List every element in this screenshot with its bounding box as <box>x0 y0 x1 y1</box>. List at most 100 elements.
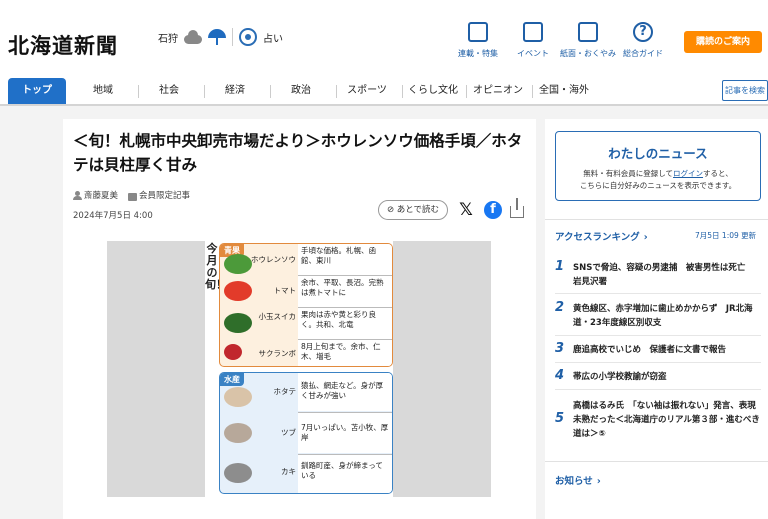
item-name: ホウレンソウ <box>251 255 296 264</box>
rank-headline: 黄色線区、赤字増加に歯止めかからず JR北海道・23年度線区別収支 <box>573 304 753 328</box>
cherry-icon <box>224 344 242 360</box>
divider <box>555 362 761 363</box>
chevron-right-icon: › <box>643 232 648 243</box>
article-meta: 斎藤夏美 会員限定記事 <box>73 189 190 201</box>
article-card: ＜旬！札幌市中央卸売市場だより＞ホウレンソウ価格手頃／ホタテは貝柱厚く甘み 斎藤… <box>63 119 536 519</box>
rank-headline: 鹿追高校でいじめ 保護者に文書で報告 <box>573 345 727 355</box>
chevron-right-icon: › <box>596 476 601 487</box>
subscribe-button[interactable]: 購読のご案内 <box>684 31 762 53</box>
ranking-item[interactable]: 3 鹿追高校でいじめ 保護者に文書で報告 <box>555 341 761 359</box>
weather-location: 石狩 <box>158 33 178 45</box>
tab-region[interactable]: 地域 <box>74 78 132 104</box>
tab-economy[interactable]: 経済 <box>206 78 264 104</box>
divider <box>336 85 337 98</box>
weather-widget[interactable]: 石狩 占い <box>158 28 283 46</box>
category-nav: トップ 地域 社会 経済 政治 スポーツ くらし文化 オピニオン 全国・海外 記… <box>0 78 768 106</box>
nav-events[interactable]: イベント <box>503 22 563 59</box>
nav-paper-label: 紙面・おくやみ <box>560 49 616 58</box>
rank-headline: 高橋はるみ氏 「ない袖は振れない」発言、表現未熟だった＜北海道庁のリアル第３部・… <box>573 401 760 439</box>
notice-header[interactable]: お知らせ › <box>555 473 601 487</box>
nav-guide[interactable]: ? 総合ガイド <box>613 22 673 59</box>
divider <box>204 85 205 98</box>
my-news-text: こちらに自分好みのニュースを表示できます。 <box>579 181 737 190</box>
tab-top[interactable]: トップ <box>8 78 66 104</box>
item-desc: 手頃な価格。札幌、函館、東川 <box>298 244 392 275</box>
ranking-item[interactable]: 4 帯広の小学校教諭が窃盗 <box>555 368 761 386</box>
tab-politics[interactable]: 政治 <box>272 78 330 104</box>
rank-number: 3 <box>555 341 565 356</box>
newspaper-icon <box>578 22 598 42</box>
seasonal-infographic: 今月の旬！ 青果 ホウレンソウ 手頃な価格。札幌、函館、東川 トマト 余市、平取… <box>205 241 393 497</box>
nav-paper[interactable]: 紙面・おくやみ <box>558 22 618 59</box>
nav-series-label: 連載・特集 <box>458 49 498 58</box>
seafood-row: カキ 釧路町産、身が締まっている <box>220 455 392 493</box>
article-title: ＜旬！札幌市中央卸売市場だより＞ホウレンソウ価格手頃／ホタテは貝柱厚く甘み <box>73 132 523 174</box>
tab-culture[interactable]: くらし文化 <box>404 78 462 104</box>
my-news-text: すると、 <box>703 169 733 178</box>
produce-row: サクランボ 8月上旬まで。余市、仁木、増毛 <box>220 340 392 366</box>
x-share-icon[interactable]: 𝕏 <box>457 201 475 219</box>
facebook-share-icon[interactable]: f <box>484 201 502 219</box>
tab-society[interactable]: 社会 <box>140 78 198 104</box>
tab-national[interactable]: 全国・海外 <box>534 78 594 104</box>
cloud-icon <box>184 30 202 44</box>
my-news-title: わたしのニュース <box>608 146 708 161</box>
rank-headline: SNSで脅迫、容疑の男逮捕 被害男性は死亡 岩見沢署 <box>573 263 754 287</box>
produce-row: トマト 余市、平取、長沼。完熟は煮トマトに <box>220 276 392 307</box>
ranking-item[interactable]: 5 高橋はるみ氏 「ない袖は振れない」発言、表現未熟だった＜北海道庁のリアル第３… <box>555 397 761 443</box>
members-label: 会員限定記事 <box>139 191 191 201</box>
share-icon[interactable] <box>510 198 524 218</box>
lock-icon <box>128 192 138 201</box>
tab-sports[interactable]: スポーツ <box>338 78 396 104</box>
ranking-title: アクセスランキング <box>555 232 640 243</box>
rank-number: 1 <box>555 259 565 274</box>
read-later-label: あとで読む <box>396 205 440 215</box>
person-icon <box>73 191 82 200</box>
divider <box>545 461 768 462</box>
divider <box>555 335 761 336</box>
my-news-box: わたしのニュース 無料・有料会員に登録してログインすると、 こちらに自分好みのニ… <box>555 131 761 201</box>
ranking-item[interactable]: 2 黄色線区、赤字増加に歯止めかからず JR北海道・23年度線区別収支 <box>555 300 761 330</box>
divider <box>545 219 768 220</box>
nav-events-label: イベント <box>517 49 549 58</box>
item-name: トマト <box>273 286 297 295</box>
my-news-desc: 無料・有料会員に登録してログインすると、 こちらに自分好みのニュースを表示できま… <box>556 168 760 192</box>
item-desc: 猿払、網走など。身が厚く甘みが強い <box>298 373 392 411</box>
nav-guide-label: 総合ガイド <box>623 49 663 58</box>
members-badge: 会員限定記事 <box>128 189 190 201</box>
author[interactable]: 斎藤夏美 <box>73 189 118 201</box>
login-link[interactable]: ログイン <box>673 169 703 178</box>
help-icon: ? <box>633 22 653 42</box>
clip-icon: ⊘ <box>386 205 397 215</box>
nav-series[interactable]: 連載・特集 <box>448 22 508 59</box>
search-button[interactable]: 記事を検索 <box>722 80 768 101</box>
flag-icon <box>468 22 488 42</box>
fortune-icon[interactable] <box>239 28 257 46</box>
item-name: カキ <box>281 467 296 476</box>
ranking-item[interactable]: 1 SNSで脅迫、容疑の男逮捕 被害男性は死亡 岩見沢署 <box>555 259 761 289</box>
seafood-row: ホタテ 猿払、網走など。身が厚く甘みが強い <box>220 373 392 411</box>
rank-number: 2 <box>555 300 565 315</box>
site-header: 北海道新聞 石狩 占い 連載・特集 イベント 紙面・おくやみ ? 総合ガイド 購… <box>0 0 768 78</box>
item-name: ホタテ <box>273 387 297 396</box>
site-logo[interactable]: 北海道新聞 <box>8 30 118 60</box>
divider <box>555 389 761 390</box>
divider <box>555 293 761 294</box>
article-figure: 今月の旬！ 青果 ホウレンソウ 手頃な価格。札幌、函館、東川 トマト 余市、平取… <box>107 241 491 497</box>
divider <box>232 28 233 46</box>
produce-panel: 青果 ホウレンソウ 手頃な価格。札幌、函館、東川 トマト 余市、平取、長沼。完熟… <box>219 243 393 367</box>
my-news-text: 無料・有料会員に登録して <box>583 169 674 178</box>
read-later-button[interactable]: ⊘ あとで読む <box>378 200 448 220</box>
item-desc: 余市、平取、長沼。完熟は煮トマトに <box>298 276 392 307</box>
produce-row: 小玉スイカ 果肉は赤や黄と彩り良く。共和、北竜 <box>220 308 392 339</box>
item-desc: 釧路町産、身が締まっている <box>298 455 392 493</box>
calendar-icon <box>523 22 543 42</box>
item-desc: 7月いっぱい。苫小牧、厚岸 <box>298 413 392 453</box>
tab-opinion[interactable]: オピニオン <box>468 78 528 104</box>
item-name: サクランボ <box>258 349 297 358</box>
ranking-header[interactable]: アクセスランキング › <box>555 229 648 243</box>
divider <box>532 85 533 98</box>
rank-number: 5 <box>555 411 565 426</box>
ranking-updated: 7月5日 1:09 更新 <box>695 231 757 240</box>
fortune-label[interactable]: 占い <box>263 30 283 45</box>
